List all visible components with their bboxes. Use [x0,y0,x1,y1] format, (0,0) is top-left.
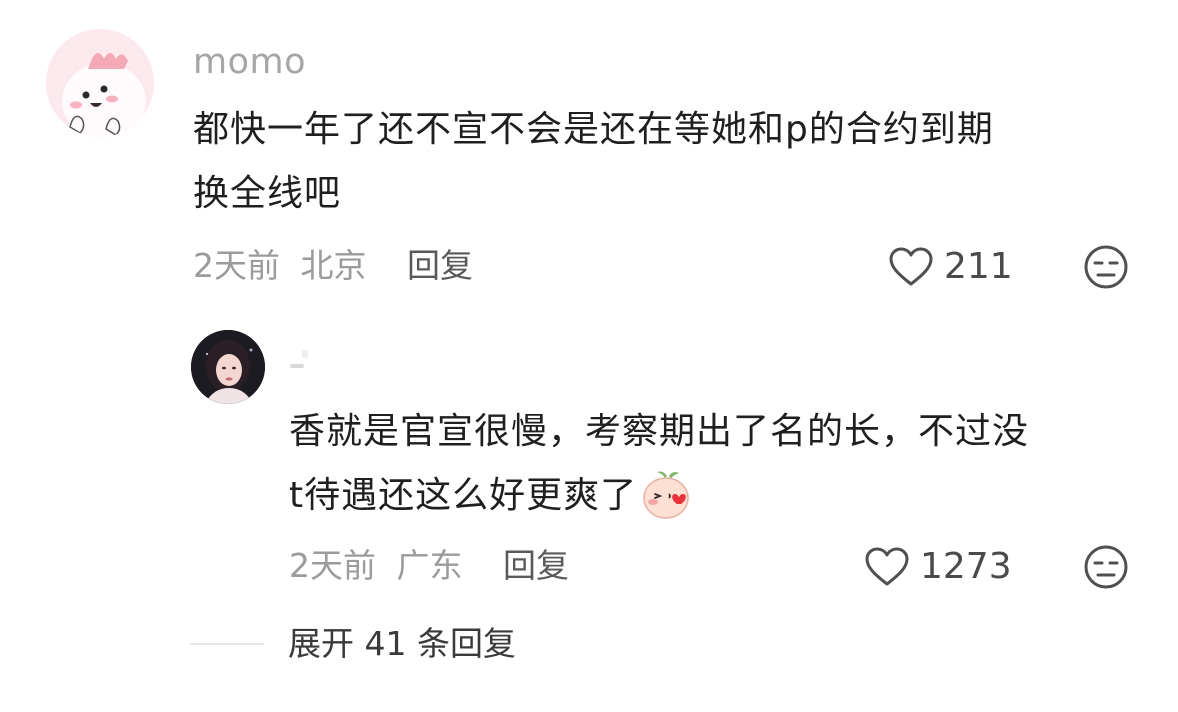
dislike-button[interactable] [1083,244,1129,294]
reply-text-line-1: 香就是官宣很慢，考察期出了名的长，不过没 [289,411,1030,452]
reply-like-count: 1273 [920,546,1012,587]
comment-text-line-2: 换全线吧 [193,173,342,214]
expand-replies-label: 展开 41 条回复 [288,624,516,663]
reply-location: 广东 [396,546,463,585]
reply-meta: 2天前 广东 回复 [289,546,569,586]
like-button[interactable]: 211 [888,246,1013,288]
comment-meta: 2天前 北京 回复 [193,246,473,286]
heart-outline-icon [865,547,909,586]
comment-time: 2天前 [193,246,280,285]
comment-username[interactable]: momo [193,42,306,82]
woman-portrait-icon [191,330,265,404]
reply-button[interactable]: 回复 [407,246,473,285]
heart-outline-icon [889,247,933,286]
meh-face-icon [1084,245,1128,289]
reply-username-redacted[interactable] [288,344,328,374]
comment-text-line-1: 都快一年了还不宣不会是还在等她和p的合约到期 [193,109,994,150]
expand-replies-button[interactable]: 展开 41 条回复 [190,624,516,664]
reply-like-button[interactable]: 1273 [864,546,1012,588]
reply-reply-button[interactable]: 回复 [503,546,569,585]
meh-face-icon [1084,545,1128,589]
reply-time: 2天前 [289,546,376,585]
blurred-name-icon [290,350,308,368]
blushing-peach-emoji [643,471,689,519]
like-count: 211 [944,246,1013,287]
reply-text-line-2: t待遇还这么好更爽了 [289,475,638,516]
cute-character-icon [46,29,154,137]
reply-avatar[interactable] [191,330,265,404]
avatar[interactable] [46,29,154,137]
reply-text-line-2-row: t待遇还这么好更爽了 [289,466,695,526]
reply-dislike-button[interactable] [1083,544,1129,594]
comment-location: 北京 [300,246,367,285]
expand-divider [190,643,264,645]
